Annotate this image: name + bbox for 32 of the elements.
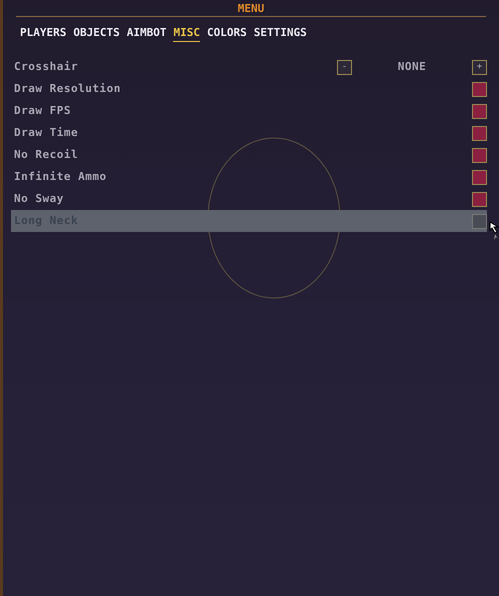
option-label: No Sway <box>14 190 64 207</box>
menu-tab[interactable]: PLAYERS <box>20 26 66 41</box>
option-label: Draw Resolution <box>14 80 121 97</box>
option-row[interactable]: Crosshair - NONE + <box>11 56 487 78</box>
decrement-button[interactable]: - <box>337 60 352 74</box>
menu-title: MENU <box>236 1 266 16</box>
checkbox[interactable] <box>472 192 487 206</box>
checkbox[interactable] <box>472 170 487 184</box>
checkbox[interactable] <box>472 214 487 228</box>
option-label: Crosshair <box>14 58 78 75</box>
option-row[interactable]: No Sway <box>11 188 487 210</box>
menu-tab[interactable]: SETTINGS <box>254 26 307 41</box>
option-label: Draw Time <box>14 124 78 141</box>
cursor-icon <box>489 221 499 241</box>
checkbox[interactable] <box>472 148 487 162</box>
selector-value: NONE <box>396 58 428 75</box>
option-row[interactable]: Draw Time <box>11 122 487 144</box>
option-row[interactable]: No Recoil <box>11 144 487 166</box>
menu-tab[interactable]: MISC <box>173 26 200 42</box>
menu-tab[interactable]: AIMBOT <box>126 26 166 41</box>
increment-button[interactable]: + <box>472 60 487 74</box>
checkbox[interactable] <box>472 104 487 118</box>
option-label: Draw FPS <box>14 102 71 119</box>
option-label: Infinite Ammo <box>14 168 107 185</box>
option-row[interactable]: Draw FPS <box>11 100 487 122</box>
checkbox[interactable] <box>472 126 487 140</box>
checkbox[interactable] <box>472 82 487 96</box>
menu-tab[interactable]: OBJECTS <box>73 26 120 41</box>
menu-tab[interactable]: COLORS <box>206 26 247 41</box>
option-label: No Recoil <box>14 146 78 163</box>
option-row[interactable]: Draw Resolution <box>11 78 487 100</box>
option-row[interactable]: Infinite Ammo <box>11 166 487 188</box>
